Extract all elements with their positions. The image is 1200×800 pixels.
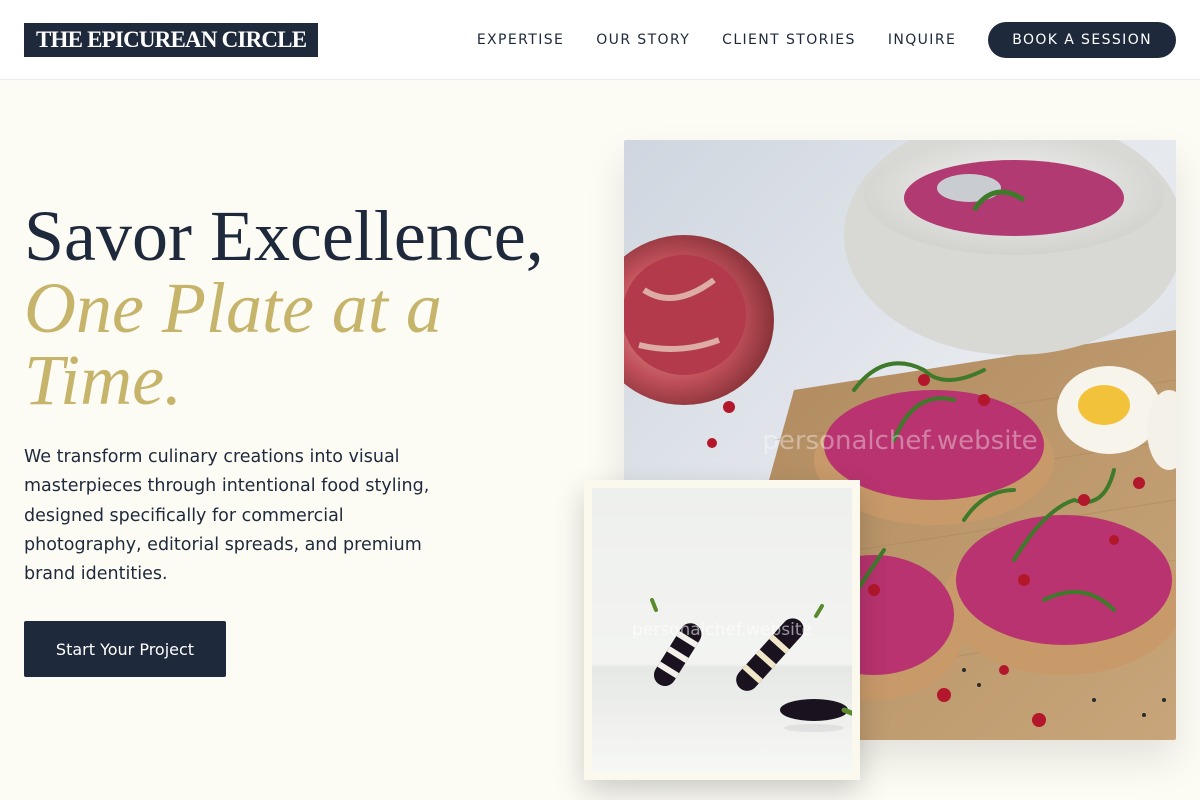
logo[interactable]: THE EPICUREAN CIRCLE (24, 23, 319, 57)
book-session-button[interactable]: BOOK A SESSION (988, 22, 1176, 58)
eggplant-photo (592, 488, 852, 772)
hero-description: We transform culinary creations into vis… (24, 447, 430, 585)
nav-inquire[interactable]: INQUIRE (888, 32, 956, 48)
main-nav: EXPERTISE OUR STORY CLIENT STORIES INQUI… (477, 22, 1176, 58)
site-header: THE EPICUREAN CIRCLE EXPERTISE OUR STORY… (0, 0, 1200, 80)
nav-client-stories[interactable]: CLIENT STORIES (722, 32, 856, 48)
secondary-image: personalchef.website (592, 488, 852, 772)
headline-line-2: One Plate at a Time. (24, 268, 442, 420)
secondary-image-frame: personalchef.website (584, 480, 860, 780)
nav-our-story[interactable]: OUR STORY (596, 32, 690, 48)
nav-expertise[interactable]: EXPERTISE (477, 32, 564, 48)
hero-headline: Savor Excellence, One Plate at a Time. (24, 200, 584, 416)
start-project-button[interactable]: Start Your Project (24, 621, 226, 677)
headline-line-1: Savor Excellence, (24, 196, 544, 276)
